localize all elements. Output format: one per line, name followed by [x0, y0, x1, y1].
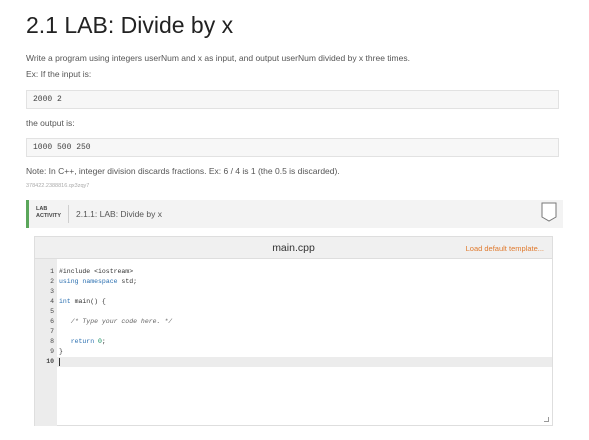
line-number: 10: [46, 358, 54, 365]
note-text: Note: In C++, integer division discards …: [26, 166, 340, 176]
code-text[interactable]: }: [59, 347, 63, 357]
example-intro: Ex: If the input is:: [26, 69, 92, 79]
code-line[interactable]: 3: [35, 287, 552, 297]
code-line[interactable]: 7: [35, 327, 552, 337]
resize-handle[interactable]: [544, 417, 549, 422]
lab-description: Write a program using integers userNum a…: [26, 53, 410, 63]
code-text[interactable]: return 0;: [59, 337, 106, 347]
editor-header: main.cpp Load default template...: [35, 237, 552, 259]
code-area[interactable]: 1 #include <iostream> 2 using namespace std…: [35, 267, 552, 367]
code-text[interactable]: /* Type your code here. */: [59, 317, 172, 327]
line-number: 6: [50, 318, 54, 325]
line-number: 7: [50, 328, 54, 335]
line-number: 3: [50, 288, 54, 295]
lab-activity-header: LAB ACTIVITY 2.1.1: LAB: Divide by x: [26, 200, 563, 228]
code-line[interactable]: 9}: [35, 347, 552, 357]
line-number: 5: [50, 308, 54, 315]
line-number: 8: [50, 338, 54, 345]
line-number: 4: [50, 298, 54, 305]
output-intro: the output is:: [26, 118, 75, 128]
activity-title: 2.1.1: LAB: Divide by x: [76, 209, 162, 219]
code-line[interactable]: 5: [35, 307, 552, 317]
page-title: 2.1 LAB: Divide by x: [26, 12, 234, 38]
code-line[interactable]: 8 return 0;: [35, 337, 552, 347]
completion-badge-icon: [541, 202, 557, 222]
code-editor[interactable]: main.cpp Load default template... 1 #incl…: [34, 236, 553, 426]
code-line[interactable]: 10: [35, 357, 552, 367]
code-line[interactable]: 2 using namespace std;: [35, 277, 552, 287]
code-text[interactable]: int main() {: [59, 297, 106, 307]
code-line[interactable]: 1 #include <iostream>: [35, 267, 552, 277]
example-input-box: 2000 2: [26, 90, 559, 109]
load-default-template-link[interactable]: Load default template...: [466, 244, 544, 253]
code-line[interactable]: 4 int main() {: [35, 297, 552, 307]
activity-id-text: 378422.2388816.qx3zqy7: [26, 183, 90, 189]
example-output-box: 1000 500 250: [26, 138, 559, 157]
code-text[interactable]: using namespace std;: [59, 277, 137, 287]
line-number: 2: [50, 278, 54, 285]
text-cursor: [59, 358, 60, 366]
activity-type-label: LAB ACTIVITY: [36, 206, 62, 219]
code-text[interactable]: #include <iostream>: [59, 267, 133, 277]
code-line[interactable]: 6 /* Type your code here. */: [35, 317, 552, 327]
activity-divider: [68, 205, 69, 223]
line-number: 1: [50, 268, 54, 275]
line-number: 9: [50, 348, 54, 355]
